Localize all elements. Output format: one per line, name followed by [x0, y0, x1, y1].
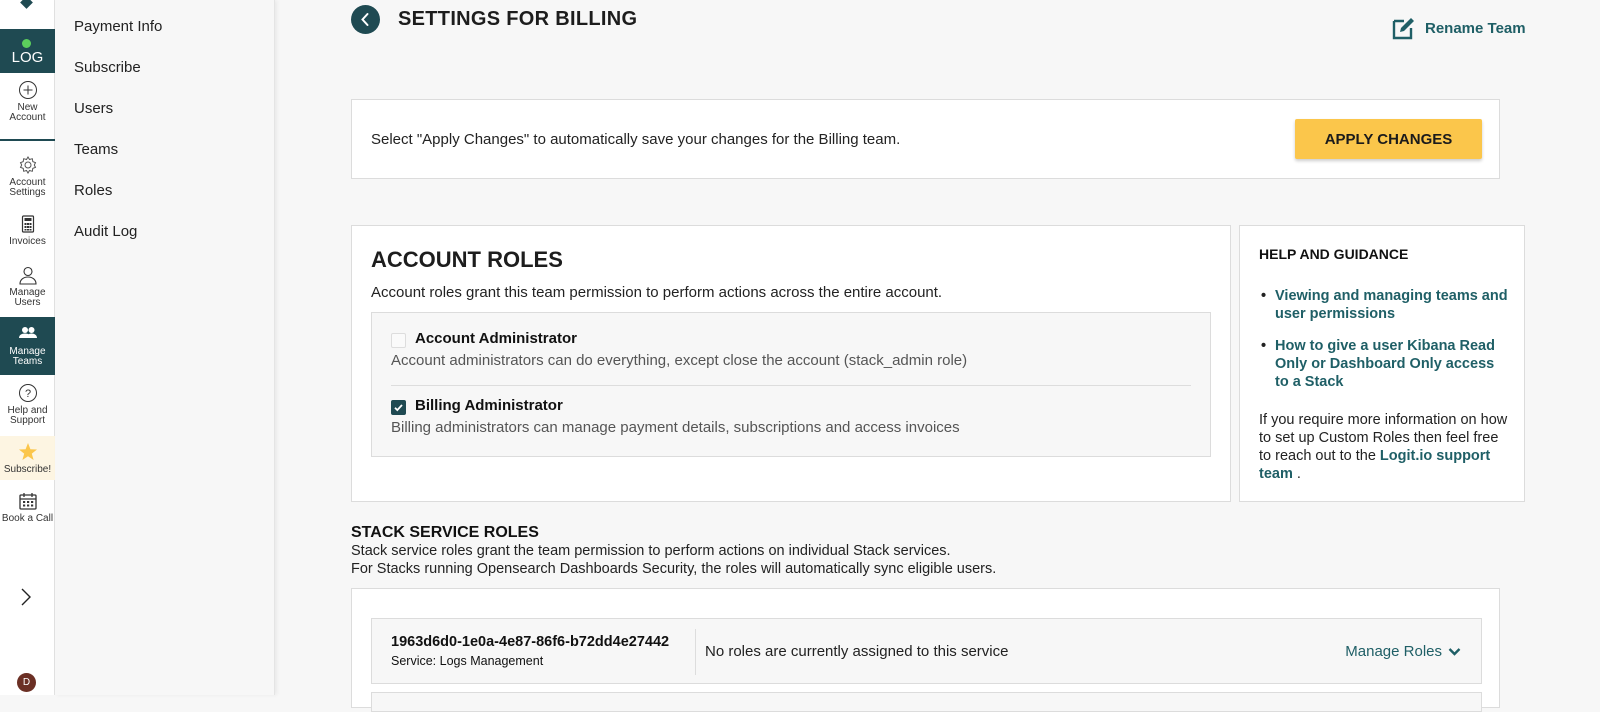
gear-icon: [19, 156, 36, 174]
service-row: [371, 692, 1482, 712]
service-roles-status: No roles are currently assigned to this …: [705, 643, 1009, 660]
help-link-kibana-read-only[interactable]: How to give a user Kibana Read Only or D…: [1259, 337, 1509, 391]
rail-subscribe[interactable]: Subscribe!: [0, 436, 55, 480]
role-description: Account administrators can do everything…: [391, 352, 968, 369]
stack-roles-title: STACK SERVICE ROLES: [351, 524, 539, 541]
chevron-down-icon: [1448, 647, 1461, 656]
stack-log-button[interactable]: LOG: [0, 29, 55, 73]
stack-log-label: LOG: [11, 49, 44, 66]
back-button[interactable]: [351, 5, 380, 34]
service-type: Service: Logs Management: [391, 654, 544, 668]
role-divider: [391, 385, 1191, 386]
stack-roles-description-line: Stack service roles grant the team permi…: [351, 543, 951, 559]
account-roles-description: Account roles grant this team permission…: [371, 284, 943, 301]
page-title: SETTINGS FOR BILLING: [398, 8, 638, 30]
stack-roles-description-line: For Stacks running Opensearch Dashboards…: [351, 561, 997, 577]
users-icon: [18, 327, 37, 338]
help-more-info: If you require more information on how t…: [1259, 411, 1509, 483]
rail-help-support[interactable]: ? Help and Support: [0, 383, 55, 429]
avatar[interactable]: D: [17, 673, 36, 692]
account-roles-title: ACCOUNT ROLES: [371, 247, 563, 272]
subnav-users[interactable]: Users: [74, 100, 113, 117]
chevron-left-icon: [361, 13, 369, 26]
rail-label: Invoices: [9, 236, 46, 247]
role-name: Account Administrator: [415, 330, 577, 347]
checkmark-icon: [394, 404, 403, 412]
rename-team-label: Rename Team: [1425, 19, 1526, 37]
rail-divider: [0, 139, 55, 141]
rail-label: Teams: [12, 356, 43, 367]
service-id: 1963d6d0-1e0a-4e87-86f6-b72dd4e27442: [391, 634, 670, 650]
rail-invoices[interactable]: Invoices: [0, 214, 55, 254]
help-links: Viewing and managing teams and user perm…: [1259, 287, 1509, 405]
service-row: 1963d6d0-1e0a-4e87-86f6-b72dd4e27442 Ser…: [371, 618, 1482, 684]
apply-changes-message: Select "Apply Changes" to automatically …: [371, 131, 901, 148]
user-icon: [18, 266, 37, 285]
manage-roles-button[interactable]: Manage Roles: [1345, 643, 1461, 660]
question-circle-icon: ?: [18, 384, 37, 402]
icon-rail: LOG New Account Account Settings Invoice…: [0, 0, 55, 695]
account-roles-list: Account Administrator Account administra…: [371, 312, 1211, 457]
stack-services-card: 1963d6d0-1e0a-4e87-86f6-b72dd4e27442 Ser…: [351, 588, 1500, 712]
rail-label: Support: [9, 415, 46, 426]
rail-manage-teams[interactable]: Manage Teams: [0, 317, 55, 375]
subnav-audit-log[interactable]: Audit Log: [74, 223, 137, 240]
calculator-icon: [21, 215, 34, 233]
settings-subnav: Payment Info Subscribe Users Teams Roles…: [55, 0, 275, 695]
manage-roles-label: Manage Roles: [1345, 643, 1442, 660]
apply-changes-card: Select "Apply Changes" to automatically …: [351, 99, 1500, 179]
help-link-teams-permissions[interactable]: Viewing and managing teams and user perm…: [1259, 287, 1509, 323]
star-icon: [18, 443, 37, 460]
edit-icon: [1392, 18, 1414, 40]
rename-team-button[interactable]: Rename Team: [1391, 15, 1526, 41]
rail-label: Book a Call: [1, 513, 54, 524]
main-content: SETTINGS FOR BILLING Rename Team Select …: [275, 0, 1600, 712]
rail-book-call[interactable]: Book a Call: [0, 491, 55, 531]
subnav-subscribe[interactable]: Subscribe: [74, 59, 141, 76]
role-description: Billing administrators can manage paymen…: [391, 419, 960, 436]
rail-manage-users[interactable]: Manage Users: [0, 265, 55, 311]
role-name: Billing Administrator: [415, 397, 563, 414]
rail-account-settings[interactable]: Account Settings: [0, 155, 55, 203]
logo-diamond-icon: [20, 0, 33, 9]
service-divider: [695, 629, 696, 675]
calendar-icon: [18, 493, 37, 510]
status-dot-icon: [22, 39, 31, 48]
help-guidance-card: HELP AND GUIDANCE Viewing and managing t…: [1239, 225, 1525, 502]
help-title: HELP AND GUIDANCE: [1259, 246, 1409, 262]
chevron-right-icon[interactable]: [18, 587, 34, 607]
subnav-payment-info[interactable]: Payment Info: [74, 18, 162, 35]
rail-label: Subscribe!: [3, 464, 52, 475]
stack-roles-description: Stack service roles grant the team permi…: [351, 542, 996, 578]
subnav-roles[interactable]: Roles: [74, 182, 112, 199]
billing-administrator-checkbox[interactable]: [391, 400, 406, 415]
account-roles-card: ACCOUNT ROLES Account roles grant this t…: [351, 225, 1231, 502]
apply-changes-button[interactable]: APPLY CHANGES: [1295, 119, 1482, 159]
rail-label: Settings: [9, 187, 46, 198]
plus-circle-icon: [18, 81, 37, 99]
rail-new-account[interactable]: New Account: [0, 80, 55, 130]
rail-label: Account: [9, 112, 46, 123]
account-administrator-checkbox[interactable]: [391, 333, 406, 348]
svg-text:?: ?: [24, 388, 30, 400]
help-more-suffix: .: [1292, 466, 1301, 482]
subnav-teams[interactable]: Teams: [74, 141, 118, 158]
rail-label: Users: [14, 297, 41, 308]
